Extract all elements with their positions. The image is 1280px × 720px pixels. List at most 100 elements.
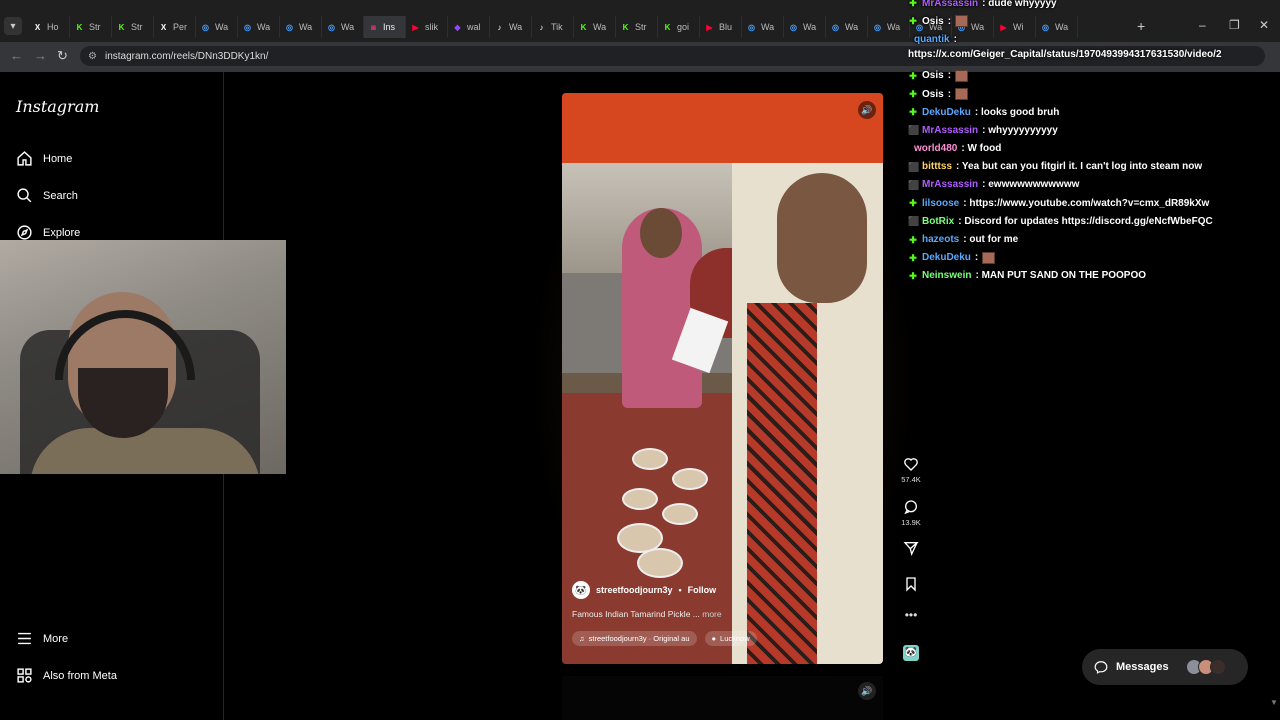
chat-username[interactable]: quantik (914, 34, 950, 45)
browser-tab[interactable]: X Ho (28, 16, 70, 38)
chat-username[interactable]: MrAssassin (922, 125, 978, 136)
browser-tab[interactable]: ♪ Wa (490, 16, 532, 38)
location-pin-icon: ● (711, 634, 717, 643)
next-reel-preview[interactable] (562, 676, 883, 720)
chat-username[interactable]: DekuDeku (922, 252, 971, 263)
chat-username[interactable]: hazeots (922, 234, 959, 245)
browser-tab[interactable]: ◎ Wa (868, 16, 910, 38)
chat-username[interactable]: BotRix (922, 216, 954, 227)
tab-label: Wa (215, 22, 229, 32)
chat-message: world480 : W food (908, 140, 1280, 158)
reel-username[interactable]: streetfoodjourn3y (596, 585, 673, 595)
site-info-icon[interactable]: ⚙ (88, 51, 97, 62)
tab-label: Wa (257, 22, 271, 32)
globe-icon: ◎ (328, 22, 335, 32)
kick-badge-icon: ✚ (909, 270, 917, 281)
browser-tab[interactable]: ◎ Wa (280, 16, 322, 38)
chat-username[interactable]: MrAssassin (922, 0, 978, 9)
kick-icon: K (76, 22, 83, 32)
browser-tab[interactable]: X Per (154, 16, 196, 38)
mute-toggle-icon[interactable]: 🔊 (858, 101, 876, 119)
like-count: 57.4K (901, 475, 921, 484)
youtube-icon: ▶ (412, 22, 419, 32)
browser-tab[interactable]: ◎ Wa (196, 16, 238, 38)
reload-icon[interactable]: ↻ (57, 48, 68, 64)
tab-label: Per (173, 22, 188, 32)
chat-message: ⬛ bitttss: Yea but can you fitgirl it. I … (908, 158, 1280, 176)
video-bowl (637, 548, 683, 578)
chat-message: ✚ MrAssassin : dude whyyyyy (908, 0, 1280, 12)
url-text: instagram.com/reels/DNn3DDKy1kn/ (104, 50, 269, 62)
browser-tab[interactable]: K Str (616, 16, 658, 38)
audio-pill[interactable]: ♫ streetfoodjourn3y · Original au (572, 631, 697, 646)
subscriber-badge-icon: ⬛ (908, 216, 920, 227)
next-reel-mute-icon[interactable]: 🔊 (858, 682, 876, 700)
nav-label-search: Search (43, 189, 78, 202)
audio-thumbnail[interactable]: 🐼 (898, 645, 924, 661)
comment-icon (904, 500, 917, 515)
follow-button[interactable]: Follow (688, 585, 717, 595)
chat-username[interactable]: Osis (922, 70, 944, 81)
chat-text: : ewwwwwwwwwww (982, 179, 1080, 191)
save-button[interactable] (898, 576, 924, 595)
no-badge (908, 144, 910, 154)
browser-tab[interactable]: K Str (112, 16, 154, 38)
back-icon[interactable]: ← (10, 48, 23, 63)
webcam-overlay (0, 240, 286, 474)
tab-search-dropdown-icon[interactable]: ▾ (4, 17, 22, 35)
forward-icon[interactable]: → (34, 48, 47, 63)
chat-username[interactable]: Osis (922, 16, 944, 27)
browser-tab[interactable]: ◙ Ins (364, 16, 406, 38)
browser-tab[interactable]: ◎ Wa (784, 16, 826, 38)
browser-tab[interactable]: Kgoi (658, 16, 700, 38)
chat-url-line[interactable]: https://x.com/Geiger_Capital/status/1970… (908, 49, 1280, 67)
browser-tab[interactable]: K Wa (574, 16, 616, 38)
browser-tab[interactable]: ◎ Wa (322, 16, 364, 38)
nav-item-more[interactable]: More (16, 630, 68, 647)
nav-item-explore[interactable]: Explore (16, 224, 80, 241)
browser-tab[interactable]: ▶ slik (406, 16, 448, 38)
chat-text: : W food (961, 143, 1002, 155)
messages-label: Messages (1116, 661, 1169, 673)
nav-item-search[interactable]: Search (16, 187, 78, 204)
scroll-down-arrow-icon[interactable]: ▼ (1270, 698, 1278, 707)
reel-video[interactable]: 🔊 🐼 streetfoodjourn3y • Follow Famous In… (562, 93, 883, 664)
globe-icon: ◎ (244, 22, 251, 32)
tab-label: Ho (47, 22, 59, 32)
browser-tab[interactable]: ◆ wal (448, 16, 490, 38)
share-button[interactable] (898, 540, 924, 559)
instagram-icon: ◙ (371, 22, 376, 32)
instagram-logo[interactable]: Instagram (16, 97, 99, 116)
like-button[interactable]: 57.4K (898, 456, 924, 484)
bookmark-icon (906, 577, 916, 592)
chat-message: quantik: (908, 30, 1280, 48)
location-pill[interactable]: ● Lucknow (704, 631, 757, 646)
chat-username[interactable]: Osis (922, 89, 944, 100)
chat-username[interactable]: Neinswein (922, 270, 971, 281)
browser-tab[interactable]: ◎ Wa (238, 16, 280, 38)
comment-button[interactable]: 13.9K (898, 499, 924, 527)
browser-tab[interactable]: ◎ Wa (742, 16, 784, 38)
chat-text: : (953, 33, 957, 45)
chat-text: : dude whyyyyy (982, 0, 1057, 9)
messages-button[interactable]: Messages (1082, 649, 1248, 685)
chat-username[interactable]: world480 (914, 143, 957, 154)
audio-label: streetfoodjourn3y · Original au (588, 634, 690, 643)
chat-emote-icon (955, 69, 969, 82)
chat-username[interactable]: lilsoose (922, 198, 959, 209)
more-options-icon[interactable]: ••• (898, 608, 924, 622)
browser-tab[interactable]: ▶ Blu (700, 16, 742, 38)
nav-item-also-from-meta[interactable]: Also from Meta (16, 667, 117, 684)
chat-username[interactable]: DekuDeku (922, 107, 971, 118)
user-avatar[interactable]: 🐼 (572, 581, 590, 599)
chat-username[interactable]: bitttss (922, 161, 952, 172)
browser-tab[interactable]: ◎ Wa (826, 16, 868, 38)
browser-tab[interactable]: ♪ Tik (532, 16, 574, 38)
chat-username[interactable]: MrAssassin (922, 179, 978, 190)
nav-item-home[interactable]: Home (16, 150, 72, 167)
nav-label-home: Home (43, 152, 73, 165)
caption-more-link[interactable]: more (702, 609, 721, 619)
kick-badge-icon: ✚ (909, 0, 917, 9)
kick-badge-icon: ✚ (909, 107, 917, 118)
browser-tab[interactable]: K Str (70, 16, 112, 38)
